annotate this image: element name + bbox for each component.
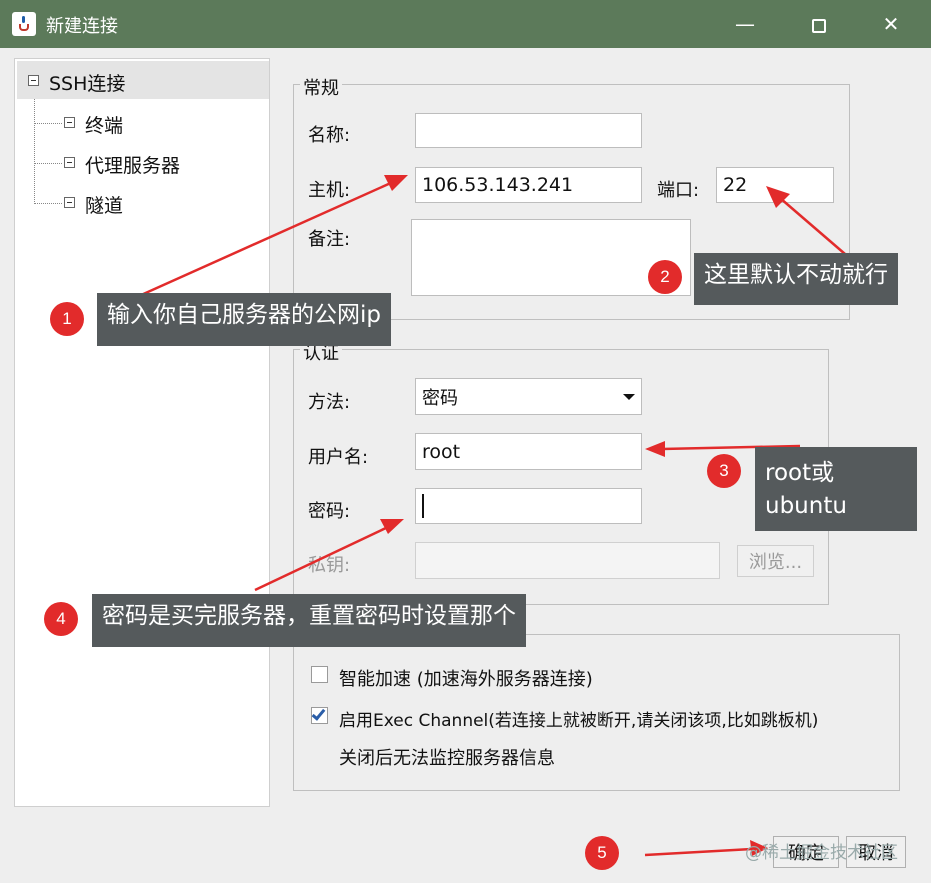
annotation-badge-2: 2 — [648, 260, 682, 294]
arrow-3-head — [645, 441, 665, 457]
annotation-badge-5: 5 — [585, 836, 619, 870]
annotation-badge-1: 1 — [50, 302, 84, 336]
annotation-callout-4: 密码是买完服务器，重置密码时设置那个 — [92, 594, 526, 647]
annotation-callout-3-line1: root或 — [765, 460, 835, 486]
arrow-1-line — [129, 180, 394, 302]
annotation-badge-3: 3 — [707, 454, 741, 488]
arrow-4-head — [380, 519, 404, 534]
arrow-5-line — [644, 847, 753, 857]
annotation-arrows — [129, 175, 846, 857]
annotation-callout-2: 这里默认不动就行 — [694, 253, 898, 305]
annotation-callout-1: 输入你自己服务器的公网ip — [97, 293, 391, 346]
arrow-1-head — [384, 175, 408, 191]
annotation-callout-3-line2: ubuntu — [765, 493, 847, 520]
arrow-2-line — [779, 197, 846, 255]
annotation-callout-3: root或 ubuntu — [755, 447, 917, 531]
watermark: @稀土掘金技术社区 — [745, 843, 898, 863]
annotation-badge-4: 4 — [44, 602, 78, 636]
arrow-4-line — [254, 525, 389, 592]
